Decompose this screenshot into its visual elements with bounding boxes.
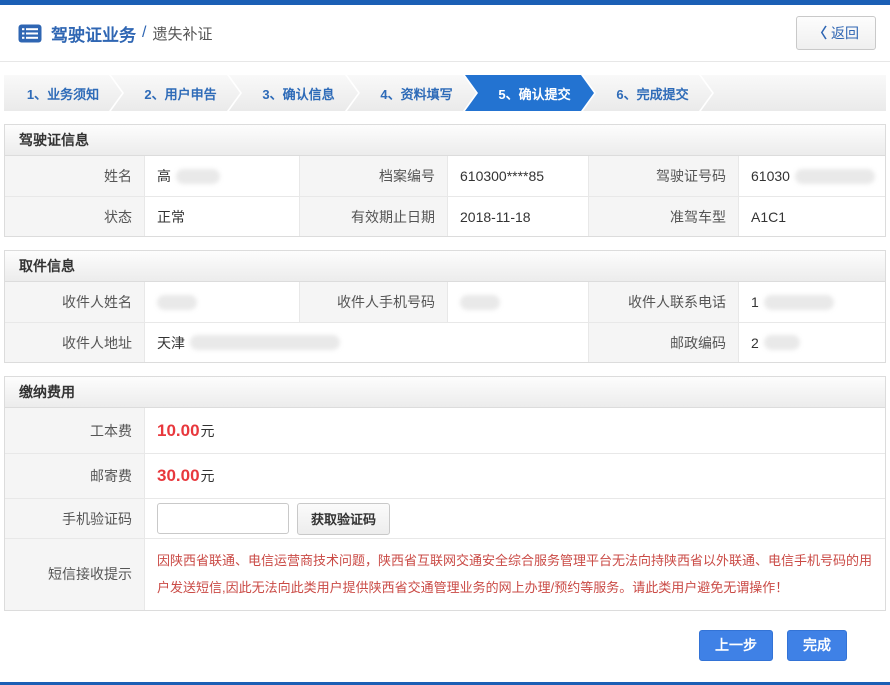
license-number-text: 61030 <box>751 168 790 184</box>
recipient-name-label: 收件人姓名 <box>5 282 145 322</box>
sms-code-label: 手机验证码 <box>5 498 145 538</box>
name-value-text: 高 <box>157 166 171 186</box>
production-fee-amount: 10.00 <box>157 421 200 441</box>
pickup-section-title: 取件信息 <box>5 251 885 282</box>
postage-fee-label: 邮寄费 <box>5 453 145 498</box>
postal-code-label: 邮政编码 <box>589 322 739 362</box>
footer-actions: 上一步 完成 <box>0 630 847 661</box>
recipient-address-value: 天津 <box>145 322 589 362</box>
sms-notice-label: 短信接收提示 <box>5 538 145 610</box>
redacted-recipient-blur <box>157 295 197 310</box>
step-3-confirm-info[interactable]: 3、确认信息 <box>229 75 358 111</box>
pickup-info-section: 取件信息 收件人姓名 收件人手机号码 收件人联系电话 1 收件人地址 天津 邮政… <box>4 250 886 363</box>
get-code-button[interactable]: 获取验证码 <box>297 503 390 535</box>
page-title: 驾驶证业务 <box>51 21 136 46</box>
recipient-mobile-label: 收件人手机号码 <box>300 282 448 322</box>
fees-table: 工本费 10.00元 邮寄费 30.00元 手机验证码 获取验证码 短信接收提示… <box>5 408 885 610</box>
valid-until-value: 2018-11-18 <box>448 196 589 236</box>
step-4-fill-materials[interactable]: 4、资料填写 <box>347 75 476 111</box>
back-label: 返回 <box>831 25 859 41</box>
recipient-mobile-value <box>448 282 589 322</box>
recipient-address-label: 收件人地址 <box>5 322 145 362</box>
name-value: 高 <box>145 156 300 196</box>
back-button[interactable]: 〈返回 <box>796 16 876 50</box>
license-section-title: 驾驶证信息 <box>5 125 885 156</box>
sms-code-field: 获取验证码 <box>145 498 885 538</box>
sms-code-input[interactable] <box>157 503 289 534</box>
finish-button[interactable]: 完成 <box>787 630 847 661</box>
pickup-table: 收件人姓名 收件人手机号码 收件人联系电话 1 收件人地址 天津 邮政编码 2 <box>5 282 885 362</box>
valid-until-label: 有效期止日期 <box>300 196 448 236</box>
recipient-phone-label: 收件人联系电话 <box>589 282 739 322</box>
step-6-complete-submit[interactable]: 6、完成提交 <box>583 75 712 111</box>
status-label: 状态 <box>5 196 145 236</box>
postage-fee-amount: 30.00 <box>157 466 200 486</box>
postal-code-text: 2 <box>751 335 759 351</box>
redacted-postal-blur <box>764 335 800 350</box>
breadcrumb-separator: / <box>142 24 146 42</box>
redacted-name-blur <box>176 169 220 184</box>
postal-code-value: 2 <box>739 322 885 362</box>
redacted-license-blur <box>795 169 875 184</box>
name-label: 姓名 <box>5 156 145 196</box>
redacted-phone-blur <box>764 295 834 310</box>
page-header: 驾驶证业务 / 遗失补证 〈返回 <box>0 5 890 62</box>
status-value: 正常 <box>145 196 300 236</box>
sms-notice-value: 因陕西省联通、电信运营商技术问题，陕西省互联网交通安全综合服务管理平台无法向持陕… <box>145 538 885 610</box>
redacted-address-blur <box>190 335 340 350</box>
recipient-address-text: 天津 <box>157 333 185 353</box>
file-number-value: 610300****85 <box>448 156 589 196</box>
production-fee-label: 工本费 <box>5 408 145 453</box>
step-nav: 1、业务须知 2、用户申告 3、确认信息 4、资料填写 5、确认提交 6、完成提… <box>4 75 886 111</box>
sms-notice-text: 因陕西省联通、电信运营商技术问题，陕西省互联网交通安全综合服务管理平台无法向持陕… <box>157 547 875 602</box>
fees-section: 缴纳费用 工本费 10.00元 邮寄费 30.00元 手机验证码 获取验证码 短… <box>4 376 886 611</box>
redacted-mobile-blur <box>460 295 500 310</box>
production-fee-unit: 元 <box>201 421 215 441</box>
list-form-icon <box>18 24 42 43</box>
license-number-value: 61030 <box>739 156 885 196</box>
fees-section-title: 缴纳费用 <box>5 377 885 408</box>
vehicle-class-value: A1C1 <box>739 196 885 236</box>
step-nav-filler <box>701 75 886 111</box>
postage-fee-unit: 元 <box>201 466 215 486</box>
vehicle-class-label: 准驾车型 <box>589 196 739 236</box>
back-chevron-icon: 〈 <box>813 25 827 41</box>
step-5-confirm-submit[interactable]: 5、确认提交 <box>465 75 594 111</box>
license-table: 姓名 高 档案编号 610300****85 驾驶证号码 61030 状态 正常… <box>5 156 885 236</box>
postage-fee-value: 30.00元 <box>145 453 885 498</box>
recipient-phone-value: 1 <box>739 282 885 322</box>
recipient-name-value <box>145 282 300 322</box>
breadcrumb-current: 遗失补证 <box>152 23 212 44</box>
recipient-phone-text: 1 <box>751 294 759 310</box>
file-number-label: 档案编号 <box>300 156 448 196</box>
previous-step-button[interactable]: 上一步 <box>699 630 773 661</box>
license-info-section: 驾驶证信息 姓名 高 档案编号 610300****85 驾驶证号码 61030… <box>4 124 886 237</box>
step-1-business-notice[interactable]: 1、业务须知 <box>4 75 122 111</box>
production-fee-value: 10.00元 <box>145 408 885 453</box>
step-2-user-declaration[interactable]: 2、用户申告 <box>111 75 240 111</box>
license-number-label: 驾驶证号码 <box>589 156 739 196</box>
